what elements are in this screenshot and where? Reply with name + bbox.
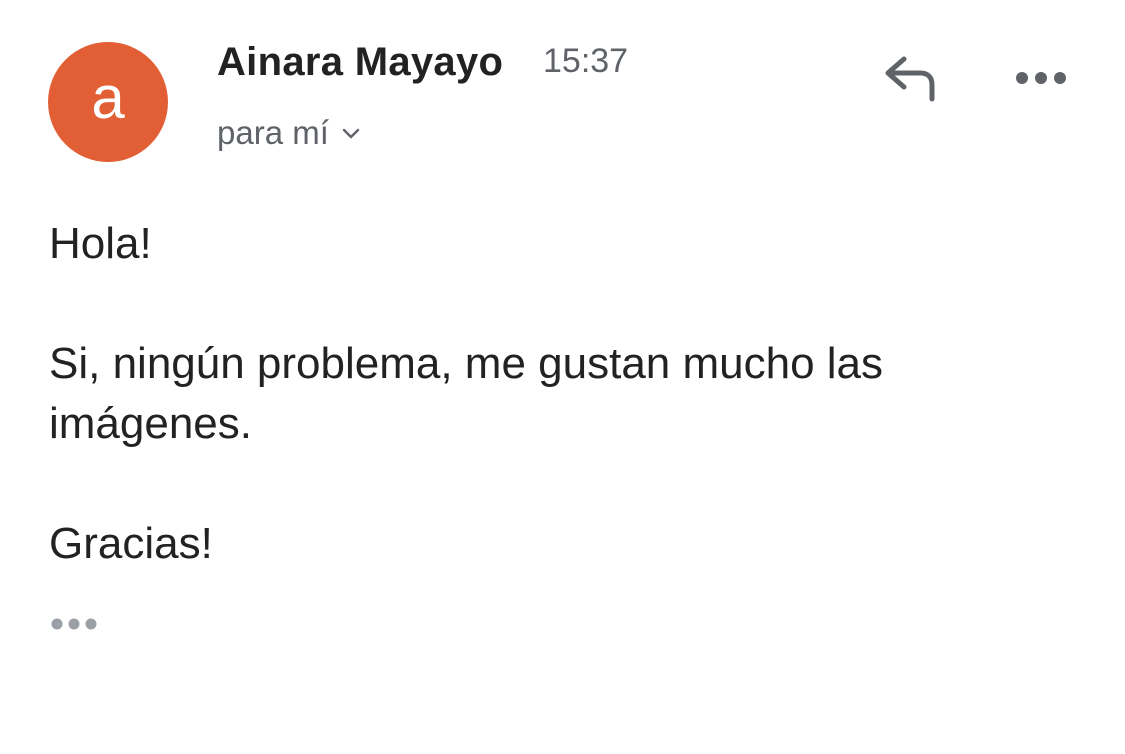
message-time: 15:37 (543, 42, 629, 80)
recipient-details-toggle[interactable]: para mí (217, 112, 363, 154)
chevron-down-icon (342, 128, 360, 139)
sender-name[interactable]: Ainara Mayayo (217, 40, 503, 85)
show-trimmed-content-button[interactable] (50, 608, 108, 640)
closing-text: Gracias! (49, 519, 213, 568)
ellipsis-icon (51, 618, 97, 630)
sender-avatar[interactable]: a (48, 42, 168, 162)
more-options-button[interactable] (1008, 50, 1074, 106)
reply-button[interactable] (874, 46, 944, 110)
recipient-label: para mí (217, 114, 329, 151)
message-body: Hola! Si, ningún problema, me gustan muc… (49, 214, 1069, 574)
more-options-icon (1016, 72, 1066, 84)
reply-icon (885, 56, 935, 102)
avatar-letter: a (91, 64, 125, 131)
email-message: a Ainara Mayayo 15:37 para mí Hola! Si, … (0, 0, 1125, 754)
greeting-text: Hola! (49, 219, 152, 268)
body-paragraph: Si, ningún problema, me gustan mucho las… (49, 339, 884, 448)
